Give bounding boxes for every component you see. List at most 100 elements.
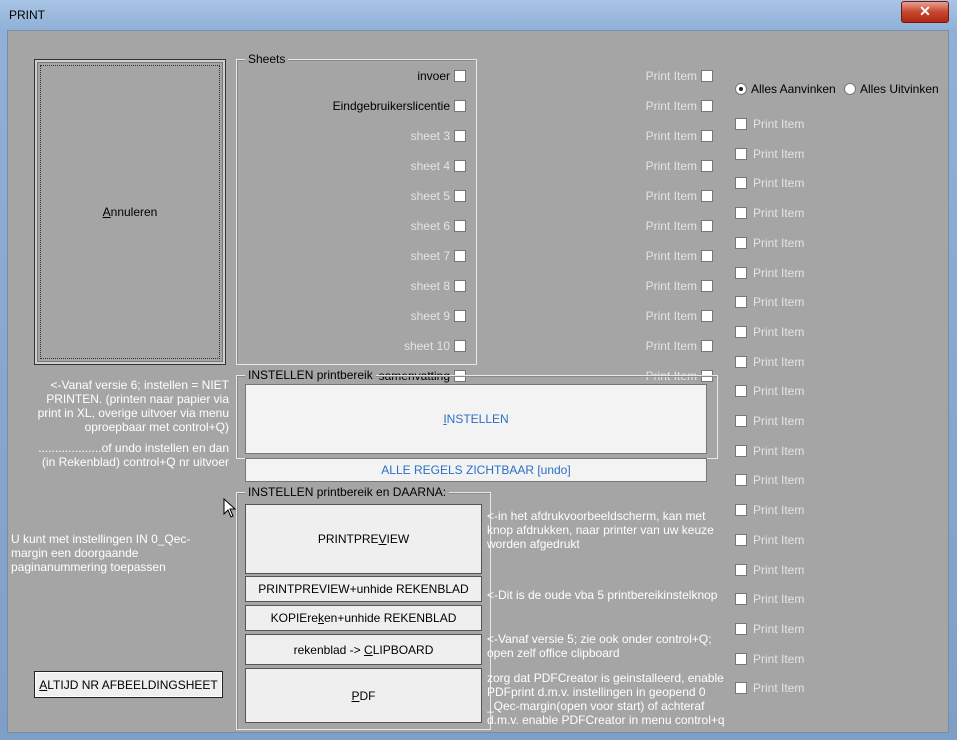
print-item-checkbox[interactable] — [701, 280, 713, 292]
sheet-checkbox-row[interactable]: Eindgebruikerslicentie — [236, 97, 466, 115]
sheet-checkbox-row[interactable]: sheet 4 — [236, 157, 466, 175]
sheet-checkbox[interactable] — [454, 310, 466, 322]
printpreview-unhide-button[interactable]: PRINTPREVIEW+unhide REKENBLAD — [245, 576, 482, 602]
print-item-row[interactable]: Print Item — [608, 67, 713, 85]
sheet-checkbox-row[interactable]: sheet 7 — [236, 247, 466, 265]
print-item-checkbox[interactable] — [735, 147, 747, 160]
sheet-checkbox-row[interactable]: sheet 6 — [236, 217, 466, 235]
print-item-checkbox[interactable] — [735, 652, 747, 665]
print-item-checkbox[interactable] — [701, 160, 713, 172]
close-button[interactable]: ✕ — [901, 1, 949, 23]
radio-uncheck-all[interactable]: Alles Uitvinken — [844, 80, 939, 98]
print-item-checkbox[interactable] — [735, 236, 747, 249]
print-item-checkbox[interactable] — [735, 355, 747, 368]
sheet-checkbox[interactable] — [454, 220, 466, 232]
print-item-checkbox[interactable] — [735, 533, 747, 546]
print-item-row[interactable]: Print Item — [608, 187, 713, 205]
print-item-row[interactable]: Print Item — [735, 293, 804, 311]
print-item-checkbox[interactable] — [735, 296, 747, 309]
window-title: PRINT — [9, 8, 45, 22]
print-item-row[interactable]: Print Item — [735, 115, 804, 133]
clipboard-label: rekenblad -> CLIPBOARD — [293, 642, 434, 657]
print-item-row[interactable]: Print Item — [735, 679, 804, 697]
sheet-checkbox-row[interactable]: sheet 3 — [236, 127, 466, 145]
print-item-row[interactable]: Print Item — [735, 620, 804, 638]
sheet-checkbox[interactable] — [454, 250, 466, 262]
sheet-checkbox-row[interactable]: sheet 5 — [236, 187, 466, 205]
print-item-row[interactable]: Print Item — [735, 650, 804, 668]
print-item-row[interactable]: Print Item — [735, 501, 804, 519]
print-item-label: Print Item — [753, 681, 805, 696]
sheet-checkbox[interactable] — [454, 160, 466, 172]
alle-regels-zichtbaar-button[interactable]: ALLE REGELS ZICHTBAAR [undo] — [245, 458, 707, 482]
cancel-button[interactable]: Annuleren — [34, 59, 226, 365]
print-item-checkbox[interactable] — [735, 177, 747, 190]
print-item-checkbox[interactable] — [735, 622, 747, 635]
print-item-checkbox[interactable] — [701, 250, 713, 262]
title-bar[interactable]: PRINT ✕ — [0, 0, 957, 30]
print-item-row[interactable]: Print Item — [735, 353, 804, 371]
print-item-checkbox[interactable] — [701, 190, 713, 202]
print-item-row[interactable]: Print Item — [735, 145, 804, 163]
print-item-checkbox[interactable] — [735, 682, 747, 695]
print-item-checkbox[interactable] — [701, 310, 713, 322]
clipboard-button[interactable]: rekenblad -> CLIPBOARD — [245, 634, 482, 665]
print-item-checkbox[interactable] — [735, 474, 747, 487]
print-item-label: Print Item — [645, 69, 697, 83]
print-item-row[interactable]: Print Item — [608, 307, 713, 325]
print-item-checkbox[interactable] — [735, 504, 747, 517]
print-item-checkbox[interactable] — [701, 340, 713, 352]
sheets-frame-title: Sheets — [245, 52, 289, 66]
instellen-frame-title: INSTELLEN printbereik — [245, 368, 376, 382]
sheet-checkbox-row[interactable]: sheet 9 — [236, 307, 466, 325]
print-item-row[interactable]: Print Item — [608, 127, 713, 145]
sheet-checkbox-row[interactable]: sheet 10 — [236, 337, 466, 355]
print-item-checkbox[interactable] — [735, 444, 747, 457]
print-item-checkbox[interactable] — [701, 100, 713, 112]
print-item-row[interactable]: Print Item — [735, 234, 804, 252]
kopie-rekenblad-button[interactable]: KOPIEreken+unhide REKENBLAD — [245, 605, 482, 631]
print-item-row[interactable]: Print Item — [735, 204, 804, 222]
sheet-checkbox[interactable] — [454, 340, 466, 352]
print-item-row[interactable]: Print Item — [735, 561, 804, 579]
print-item-row[interactable]: Print Item — [735, 264, 804, 282]
radio-selected-icon — [735, 83, 747, 95]
print-item-row[interactable]: Print Item — [608, 217, 713, 235]
print-item-checkbox[interactable] — [735, 325, 747, 338]
sheet-checkbox[interactable] — [454, 280, 466, 292]
print-item-row[interactable]: Print Item — [735, 531, 804, 549]
print-item-row[interactable]: Print Item — [735, 590, 804, 608]
sheet-checkbox[interactable] — [454, 70, 466, 82]
print-item-row[interactable]: Print Item — [608, 157, 713, 175]
printpreview-button[interactable]: PRINTPREVIEW — [245, 504, 482, 574]
print-item-checkbox[interactable] — [701, 70, 713, 82]
sheet-checkbox-row[interactable]: sheet 8 — [236, 277, 466, 295]
print-item-row[interactable]: Print Item — [735, 471, 804, 489]
print-item-row[interactable]: Print Item — [735, 412, 804, 430]
sheet-checkbox[interactable] — [454, 100, 466, 112]
sheet-checkbox[interactable] — [454, 190, 466, 202]
print-item-row[interactable]: Print Item — [735, 323, 804, 341]
sheet-checkbox-row[interactable]: invoer — [236, 67, 466, 85]
print-item-row[interactable]: Print Item — [608, 337, 713, 355]
print-item-checkbox[interactable] — [735, 207, 747, 220]
altijd-afbeeldingsheet-button[interactable]: ALTIJD NR AFBEELDINGSHEET — [34, 671, 223, 698]
print-item-row[interactable]: Print Item — [735, 382, 804, 400]
print-item-row[interactable]: Print Item — [608, 277, 713, 295]
print-item-checkbox[interactable] — [735, 563, 747, 576]
print-item-label: Print Item — [645, 249, 697, 263]
print-item-checkbox[interactable] — [735, 266, 747, 279]
print-item-checkbox[interactable] — [735, 118, 747, 130]
pdf-button[interactable]: PDF — [245, 668, 482, 723]
print-item-checkbox[interactable] — [735, 415, 747, 427]
radio-check-all[interactable]: Alles Aanvinken — [735, 80, 836, 98]
print-item-row[interactable]: Print Item — [608, 97, 713, 115]
sheet-checkbox[interactable] — [454, 130, 466, 142]
print-item-checkbox[interactable] — [701, 220, 713, 232]
instellen-button[interactable]: INSTELLEN — [245, 384, 707, 454]
print-item-checkbox[interactable] — [701, 130, 713, 142]
print-item-checkbox[interactable] — [735, 385, 747, 398]
print-item-row[interactable]: Print Item — [735, 442, 804, 460]
print-item-row[interactable]: Print Item — [608, 247, 713, 265]
print-item-row[interactable]: Print Item — [735, 174, 804, 192]
